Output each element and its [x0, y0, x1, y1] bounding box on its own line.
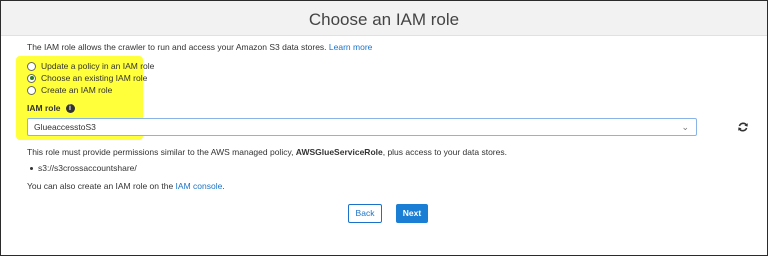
radio-label: Create an IAM role [41, 85, 113, 95]
iam-role-selected-value: GlueaccesstoS3 [34, 122, 96, 132]
radio-label: Update a policy in an IAM role [41, 61, 155, 71]
iam-role-select[interactable]: GlueaccesstoS3 ⌄ [27, 118, 697, 136]
radio-button[interactable] [27, 85, 36, 95]
console-note-text: You can also create an IAM role on the [27, 181, 174, 191]
iam-console-link[interactable]: IAM console [176, 181, 223, 191]
permissions-prefix: This role must provide permissions simil… [27, 147, 296, 157]
radio-label: Choose an existing IAM role [41, 73, 148, 83]
policy-name: AWSGlueServiceRole [295, 147, 383, 157]
intro-text: The IAM role allows the crawler to run a… [27, 42, 372, 52]
refresh-icon[interactable] [737, 121, 749, 133]
bullet-dot [30, 166, 33, 170]
radio-choose-existing[interactable]: Choose an existing IAM role [27, 72, 147, 84]
console-note: You can also create an IAM role on the I… [27, 181, 225, 191]
radio-button-checked[interactable] [27, 73, 36, 83]
chevron-down-icon: ⌄ [681, 122, 689, 132]
data-store-item: s3://s3crossaccountshare/ [27, 163, 137, 173]
next-button[interactable]: Next [396, 204, 428, 223]
info-icon[interactable]: i [65, 103, 75, 113]
permissions-note: This role must provide permissions simil… [27, 147, 507, 157]
page-title: Choose an IAM role [308, 10, 460, 29]
learn-more-link[interactable]: Learn more [329, 42, 372, 52]
data-store-path: s3://s3crossaccountshare/ [38, 163, 137, 173]
iam-role-label-text: IAM role [27, 103, 61, 113]
permissions-suffix: , plus access to your data stores. [382, 147, 507, 157]
console-note-end: . [222, 181, 225, 191]
iam-role-label: IAM role i [27, 103, 75, 113]
back-button[interactable]: Back [348, 204, 382, 223]
radio-button[interactable] [27, 61, 36, 71]
radio-update-policy[interactable]: Update a policy in an IAM role [27, 60, 154, 72]
page-header: Choose an IAM role [1, 1, 767, 36]
intro-description: The IAM role allows the crawler to run a… [27, 42, 327, 52]
radio-create-role[interactable]: Create an IAM role [27, 84, 112, 96]
